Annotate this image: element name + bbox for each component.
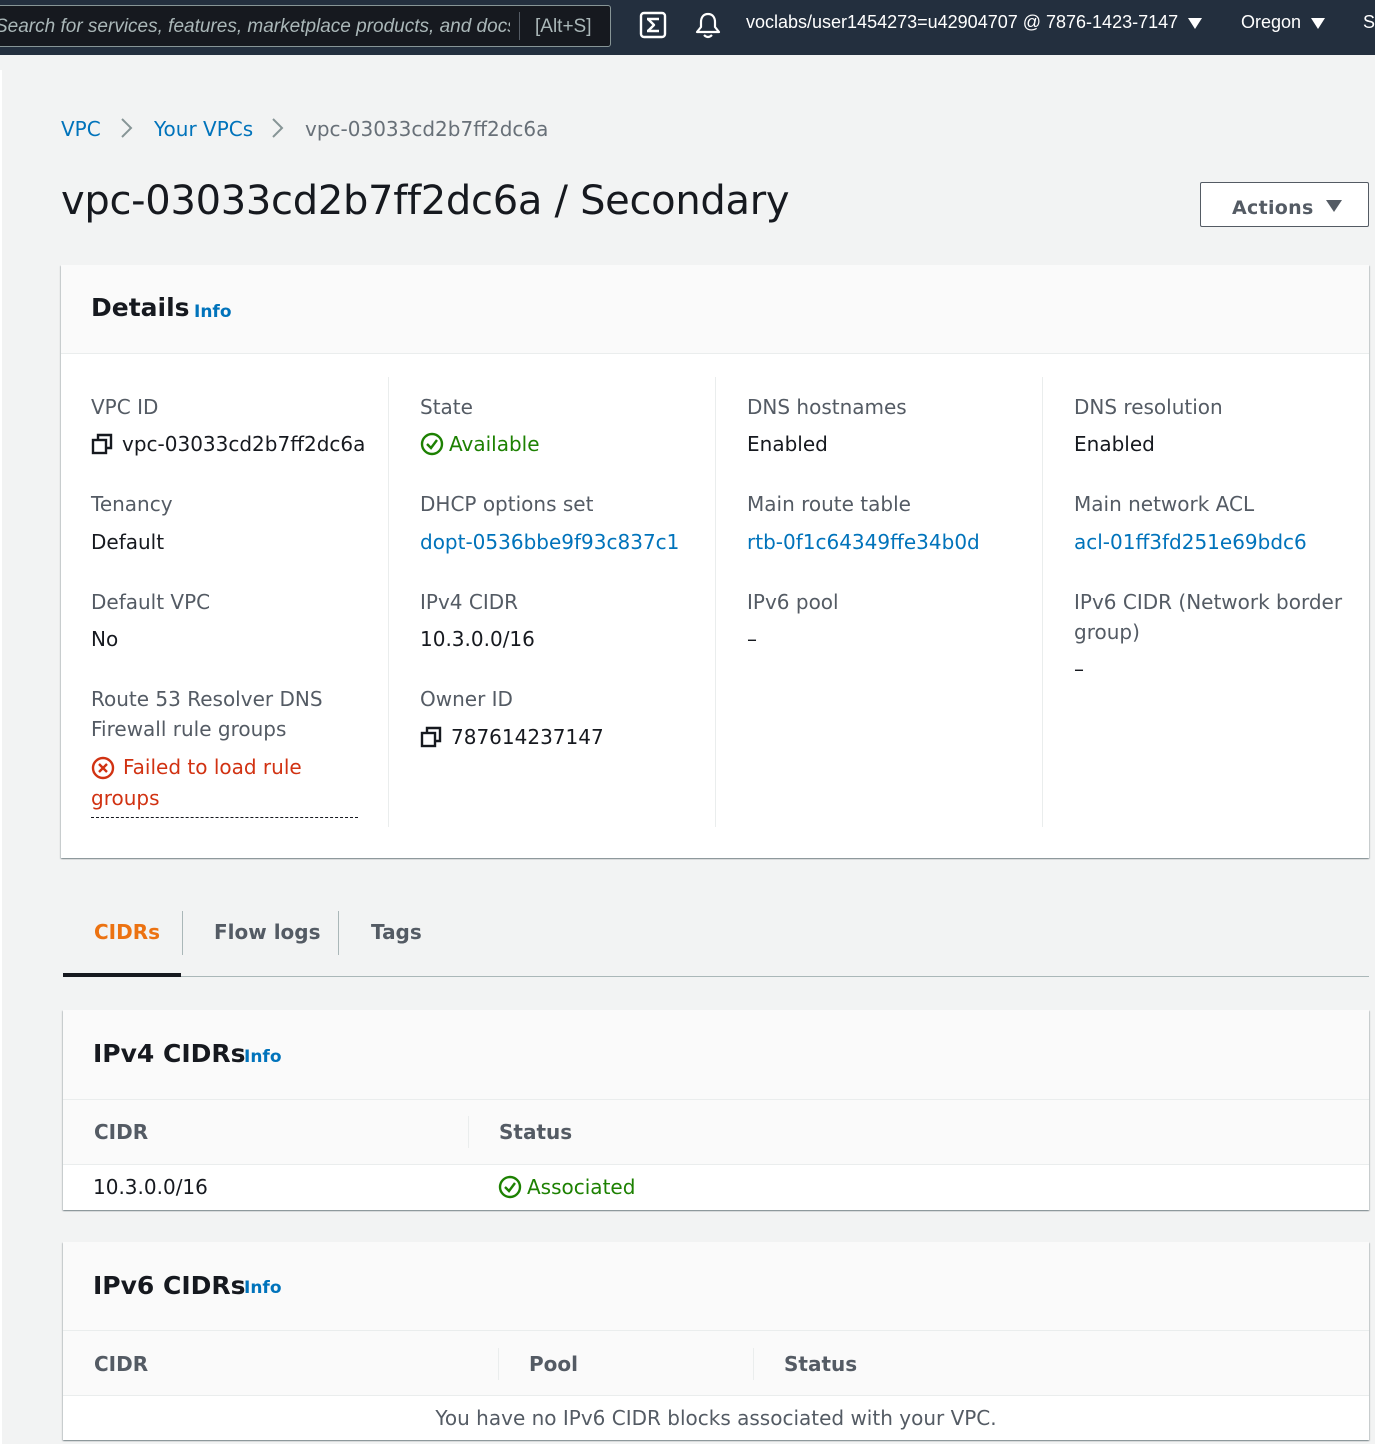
- ipv6-cidrs-info-link[interactable]: Info: [244, 1278, 282, 1298]
- ipv6-pool-label: IPv6 pool: [747, 590, 839, 614]
- default-vpc-value: No: [91, 627, 119, 651]
- ipv6-cidr-nbg-value: –: [1074, 657, 1084, 681]
- tab-active-indicator: [63, 973, 181, 977]
- copy-icon[interactable]: [420, 726, 442, 748]
- ipv4-table-header: CIDR Status: [63, 1099, 1369, 1165]
- dns-hostnames-label: DNS hostnames: [747, 395, 907, 419]
- column-header-status[interactable]: Status: [784, 1352, 857, 1376]
- chevron-right-icon: [272, 118, 284, 138]
- page-left-edge: [0, 70, 2, 1444]
- ipv4-cidr-label: IPv4 CIDR: [420, 590, 519, 614]
- status-success-icon: [420, 432, 444, 456]
- ipv4-cidrs-info-link[interactable]: Info: [244, 1047, 282, 1067]
- dns-resolution-label: DNS resolution: [1074, 395, 1223, 419]
- vpc-id-value: vpc-03033cd2b7ff2dc6a: [122, 432, 366, 456]
- column-header-pool[interactable]: Pool: [529, 1352, 578, 1376]
- chevron-right-icon: [121, 118, 133, 138]
- copy-icon[interactable]: [91, 433, 113, 455]
- details-title: Details: [91, 293, 190, 322]
- actions-dropdown-button[interactable]: Actions: [1200, 182, 1369, 227]
- column-divider: [468, 1116, 469, 1148]
- main-network-acl-label: Main network ACL: [1074, 492, 1255, 516]
- page-title: vpc-03033cd2b7ff2dc6a / Secondary: [61, 178, 790, 224]
- column-divider: [498, 1348, 499, 1380]
- owner-id-value: 787614237147: [451, 725, 604, 749]
- ipv4-cidrs-title: IPv4 CIDRs: [93, 1039, 246, 1068]
- tab-flow-logs[interactable]: Flow logs: [214, 920, 321, 944]
- ipv4-cidrs-panel: IPv4 CIDRs Info CIDR Status 10.3.0.0/16 …: [63, 1010, 1369, 1210]
- region-selector[interactable]: Oregon: [1241, 12, 1301, 33]
- dns-resolution-value: Enabled: [1074, 432, 1155, 456]
- ipv6-cidr-nbg-label-line2: group): [1074, 620, 1140, 644]
- ipv4-cidr-value: 10.3.0.0/16: [420, 627, 535, 651]
- column-header-status[interactable]: Status: [499, 1120, 572, 1144]
- ipv6-cidrs-header: IPv6 CIDRs Info: [63, 1242, 1369, 1330]
- state-label: State: [420, 395, 473, 419]
- column-divider: [388, 377, 389, 827]
- details-header: Details Info: [61, 265, 1369, 354]
- caret-down-icon: [1311, 18, 1325, 29]
- actions-label: Actions: [1232, 197, 1314, 219]
- tab-divider: [182, 911, 183, 955]
- cidr-cell: 10.3.0.0/16: [93, 1175, 208, 1199]
- column-divider: [753, 1348, 754, 1380]
- empty-state-message: You have no IPv6 CIDR blocks associated …: [435, 1406, 997, 1430]
- tabs-baseline: [63, 976, 1369, 977]
- tenancy-label: Tenancy: [91, 492, 173, 516]
- main-route-table-label: Main route table: [747, 492, 911, 516]
- search-divider: [519, 12, 520, 40]
- owner-id-label: Owner ID: [420, 687, 513, 711]
- status-success-icon: [498, 1175, 522, 1199]
- status-cell: Associated: [527, 1175, 636, 1199]
- details-info-link[interactable]: Info: [194, 302, 232, 322]
- ipv6-cidrs-panel: IPv6 CIDRs Info CIDR Pool Status You hav…: [63, 1242, 1369, 1440]
- default-vpc-label: Default VPC: [91, 590, 211, 614]
- ipv6-cidr-nbg-label-line1: IPv6 CIDR (Network border: [1074, 590, 1343, 614]
- dns-hostnames-value: Enabled: [747, 432, 828, 456]
- dhcp-options-label: DHCP options set: [420, 492, 594, 516]
- main-route-table-link[interactable]: rtb-0f1c64349ffe34b0d: [747, 527, 980, 557]
- breadcrumb-your-vpcs[interactable]: Your VPCs: [154, 117, 253, 141]
- caret-down-icon: [1188, 18, 1202, 29]
- breadcrumb-current: vpc-03033cd2b7ff2dc6a: [305, 117, 549, 141]
- vpc-id-label: VPC ID: [91, 395, 159, 419]
- column-divider: [1042, 377, 1043, 827]
- route53-error-value[interactable]: Failed to load rule groups: [91, 752, 358, 818]
- dhcp-options-link[interactable]: dopt-0536bbe9f93c837c1: [420, 527, 679, 557]
- tab-tags[interactable]: Tags: [371, 920, 422, 944]
- caret-down-icon: [1326, 200, 1342, 212]
- console-shell-icon[interactable]: [639, 10, 669, 40]
- tenancy-value: Default: [91, 530, 165, 554]
- top-navigation-bar: Search for services, features, marketpla…: [0, 0, 1375, 55]
- support-menu-truncated[interactable]: S: [1363, 12, 1375, 33]
- search-placeholder: Search for services, features, marketpla…: [0, 16, 510, 37]
- ipv4-cidrs-header: IPv4 CIDRs Info: [63, 1010, 1369, 1099]
- search-shortcut-hint: [Alt+S]: [535, 16, 592, 37]
- column-header-cidr[interactable]: CIDR: [94, 1352, 148, 1376]
- tab-divider: [338, 911, 339, 955]
- column-header-cidr[interactable]: CIDR: [94, 1120, 148, 1144]
- notifications-bell-icon[interactable]: [693, 10, 723, 40]
- tab-cidrs[interactable]: CIDRs: [94, 920, 160, 944]
- main-network-acl-link[interactable]: acl-01ff3fd251e69bdc6: [1074, 527, 1307, 557]
- ipv6-table-header: CIDR Pool Status: [63, 1330, 1369, 1396]
- state-value: Available: [449, 432, 540, 456]
- route53-label-line2: Firewall rule groups: [91, 717, 287, 741]
- column-divider: [715, 377, 716, 827]
- account-menu[interactable]: voclabs/user1454273=u42904707 @ 7876-142…: [746, 12, 1178, 33]
- route53-label-line1: Route 53 Resolver DNS: [91, 687, 323, 711]
- breadcrumb-vpc[interactable]: VPC: [61, 117, 101, 141]
- search-input[interactable]: Search for services, features, marketpla…: [0, 5, 611, 47]
- ipv6-cidrs-title: IPv6 CIDRs: [93, 1271, 246, 1300]
- ipv6-pool-value: –: [747, 627, 757, 651]
